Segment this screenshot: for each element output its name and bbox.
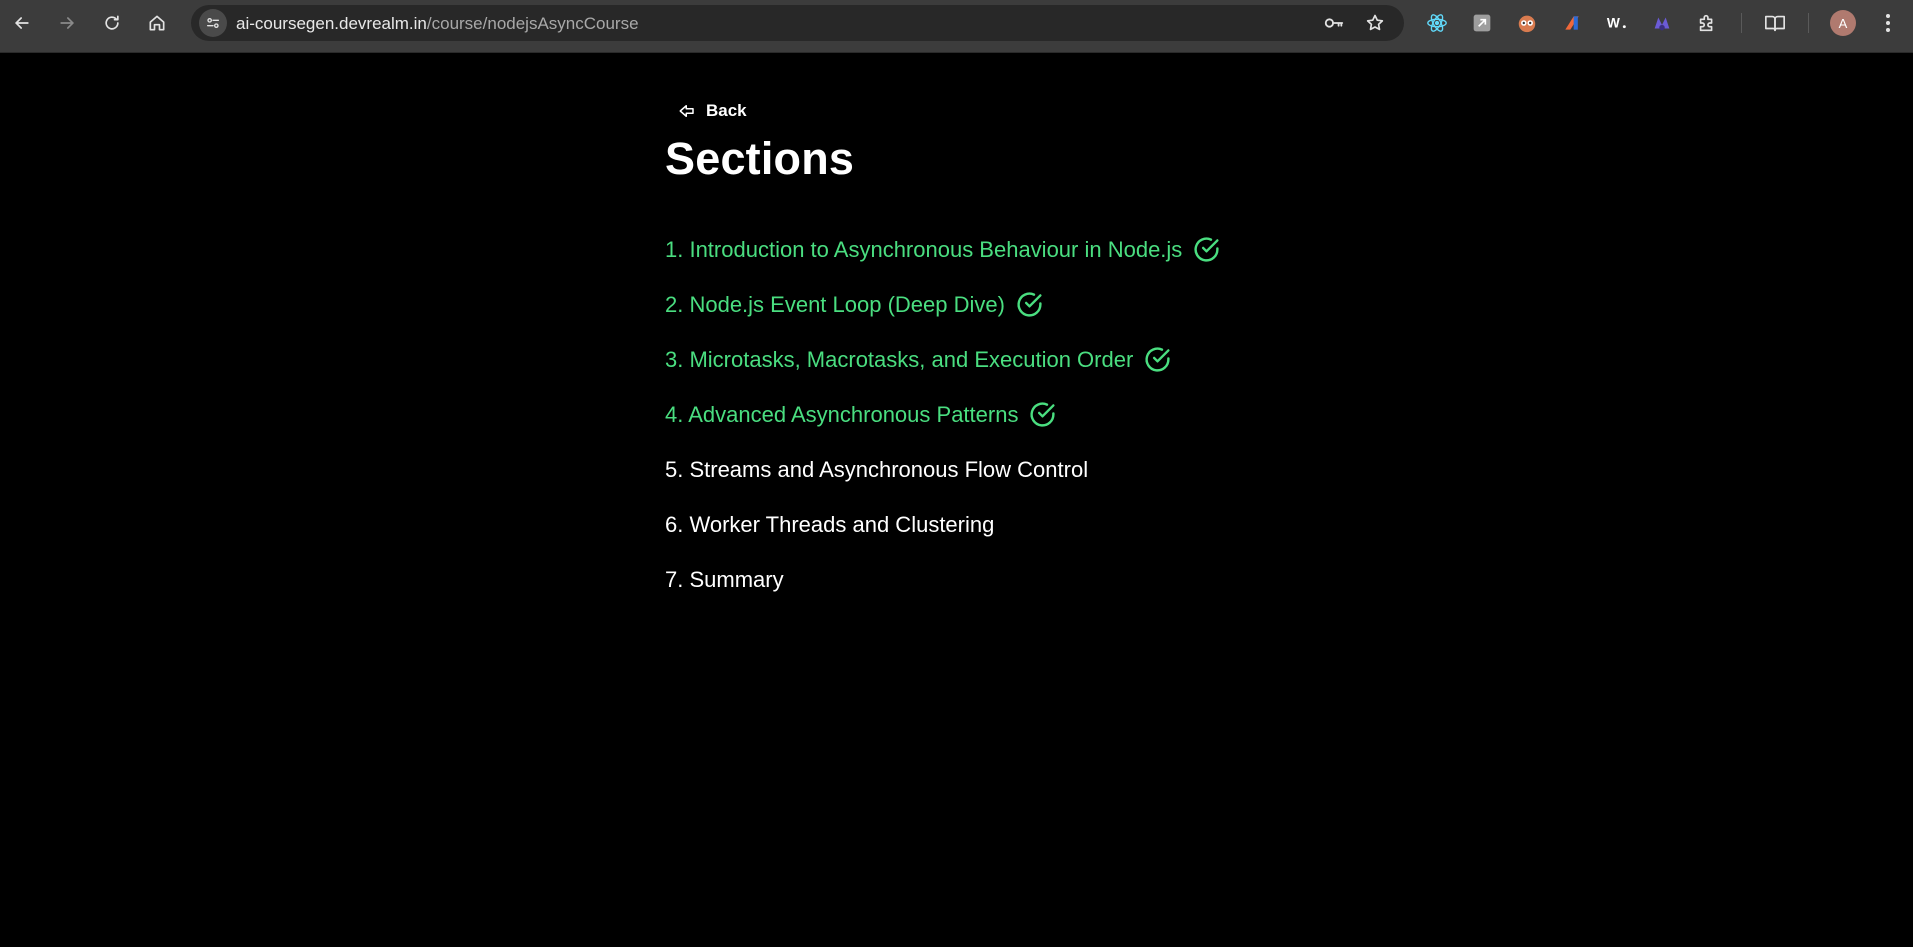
back-button[interactable]: Back <box>678 101 747 121</box>
section-label: 1. Introduction to Asynchronous Behaviou… <box>665 236 1183 262</box>
toolbar-divider <box>1741 13 1742 33</box>
section-item[interactable]: 3. Microtasks, Macrotasks, and Execution… <box>665 332 1221 387</box>
key-icon[interactable] <box>1322 11 1346 35</box>
back-arrow-icon[interactable] <box>6 7 38 39</box>
section-label: 3. Microtasks, Macrotasks, and Execution… <box>665 346 1134 372</box>
svg-text:W: W <box>1607 16 1620 31</box>
section-label: 4. Advanced Asynchronous Patterns <box>665 401 1019 427</box>
back-label: Back <box>706 101 747 120</box>
section-label: 6. Worker Threads and Clustering <box>665 511 995 537</box>
page-title: Sections <box>665 133 855 184</box>
section-item[interactable]: 7. Summary <box>665 552 1221 607</box>
back-arrow-icon <box>679 105 694 117</box>
check-circle-icon <box>1192 235 1221 264</box>
extension-icon[interactable] <box>1514 10 1540 36</box>
bookmark-star-icon[interactable] <box>1363 11 1387 35</box>
check-circle-icon <box>1028 400 1057 429</box>
home-icon[interactable] <box>141 7 173 39</box>
check-circle-icon <box>1015 290 1044 319</box>
extension-icon[interactable]: W <box>1604 10 1630 36</box>
section-item[interactable]: 2. Node.js Event Loop (Deep Dive) <box>665 277 1221 332</box>
section-item[interactable]: 4. Advanced Asynchronous Patterns <box>665 387 1221 442</box>
browser-toolbar: ai-coursegen.devrealm.in/course/nodejsAs… <box>0 0 1913 53</box>
check-circle-icon <box>1143 345 1172 374</box>
toolbar-divider <box>1808 13 1809 33</box>
kebab-menu-icon[interactable] <box>1875 10 1901 36</box>
url-path: /course/nodejsAsyncCourse <box>426 14 639 33</box>
section-item[interactable]: 1. Introduction to Asynchronous Behaviou… <box>665 222 1221 277</box>
section-label: 2. Node.js Event Loop (Deep Dive) <box>665 291 1005 317</box>
url-text[interactable]: ai-coursegen.devrealm.in/course/nodejsAs… <box>236 14 639 34</box>
profile-avatar[interactable]: A <box>1830 10 1856 36</box>
extension-icon[interactable] <box>1469 10 1495 36</box>
section-item[interactable]: 6. Worker Threads and Clustering <box>665 497 1221 552</box>
extensions-puzzle-icon[interactable] <box>1694 10 1720 36</box>
reload-icon[interactable] <box>96 7 128 39</box>
section-label: 5. Streams and Asynchronous Flow Control <box>665 456 1089 482</box>
forward-arrow-icon[interactable] <box>51 7 83 39</box>
section-label: 7. Summary <box>665 566 784 592</box>
extension-icon[interactable] <box>1559 10 1585 36</box>
address-bar[interactable]: ai-coursegen.devrealm.in/course/nodejsAs… <box>191 5 1404 41</box>
sections-list: 1. Introduction to Asynchronous Behaviou… <box>665 222 1221 607</box>
reading-list-icon[interactable] <box>1762 10 1788 36</box>
extension-icon[interactable] <box>1649 10 1675 36</box>
url-host: ai-coursegen.devrealm.in <box>236 14 427 33</box>
site-settings-icon[interactable] <box>199 9 227 37</box>
section-item[interactable]: 5. Streams and Asynchronous Flow Control <box>665 442 1221 497</box>
react-devtools-icon[interactable] <box>1424 10 1450 36</box>
